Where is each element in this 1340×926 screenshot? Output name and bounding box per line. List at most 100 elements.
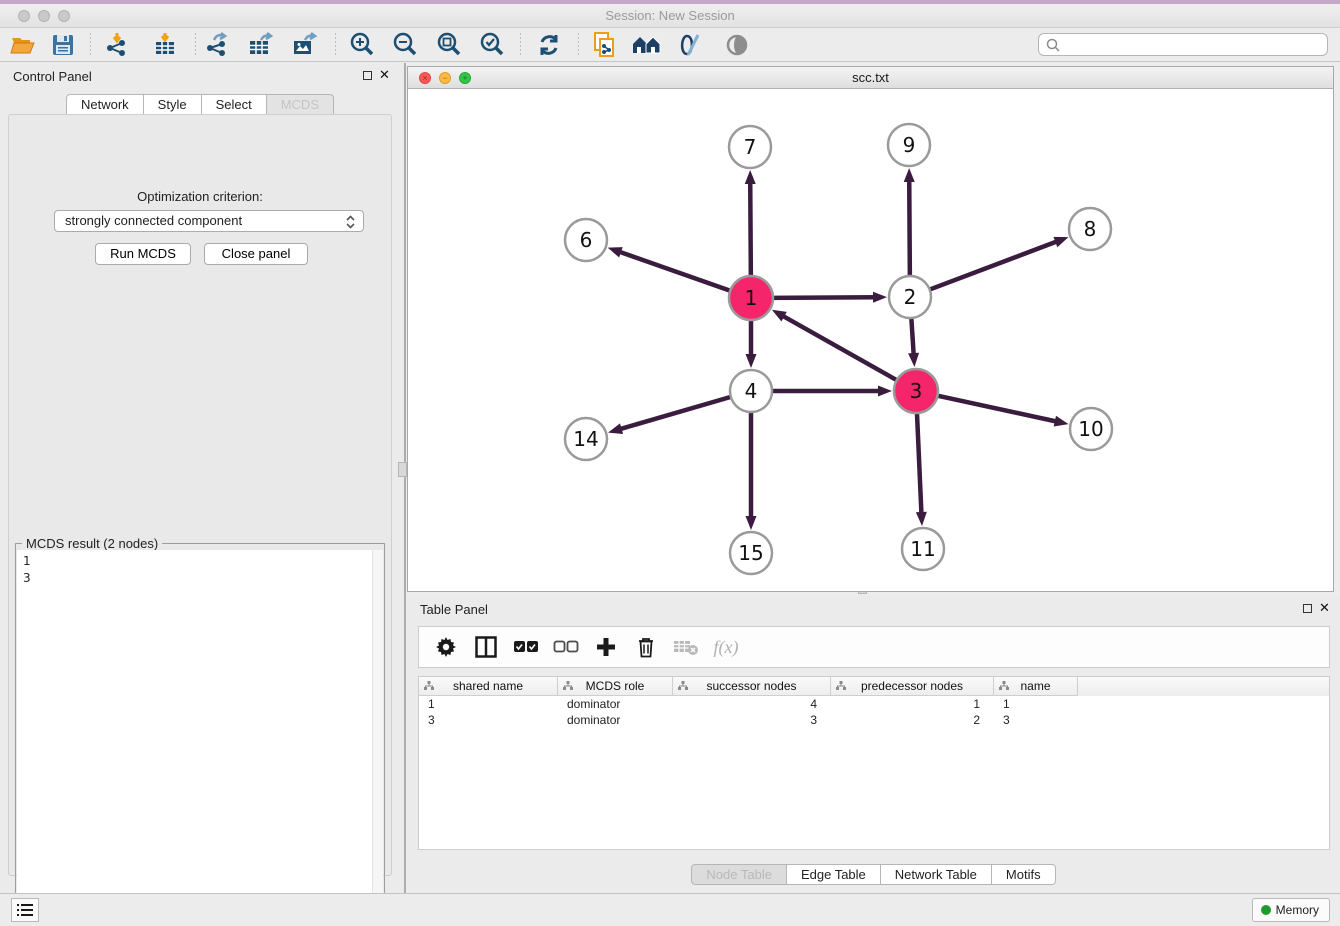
memory-label: Memory (1276, 903, 1319, 917)
network-canvas[interactable]: 7968124314101511 (408, 89, 1333, 591)
add-row-icon[interactable] (593, 634, 619, 660)
criterion-dropdown[interactable]: strongly connected component (54, 210, 364, 232)
table-close-panel-icon[interactable]: ✕ (1319, 600, 1330, 616)
memory-button[interactable]: Memory (1252, 898, 1330, 922)
edge-arrowhead (1054, 416, 1069, 427)
table-panel: Table Panel ✕ f(x) shared nameMCDS roles… (407, 596, 1340, 888)
delete-row-icon[interactable] (633, 634, 659, 660)
apply-function-icon[interactable]: f(x) (713, 634, 739, 660)
import-network-icon[interactable] (100, 31, 134, 59)
edge-arrowhead (746, 354, 757, 368)
network-window-titlebar[interactable]: × − + scc.txt (408, 67, 1333, 89)
zoom-in-icon[interactable] (345, 31, 379, 59)
status-bar: Memory (0, 893, 1340, 926)
network-graph[interactable]: 7968124314101511 (408, 89, 1333, 591)
select-all-columns-icon[interactable] (513, 634, 539, 660)
table-float-panel-icon[interactable] (1303, 604, 1312, 613)
home-icon[interactable] (630, 31, 664, 59)
node-table[interactable]: shared nameMCDS rolesuccessor nodesprede… (418, 676, 1330, 850)
mcds-result-text[interactable]: 1 3 (17, 550, 383, 923)
deselect-all-columns-icon[interactable] (553, 634, 579, 660)
node-label-6: 6 (580, 228, 593, 252)
import-table-icon[interactable] (148, 31, 182, 59)
split-view-icon[interactable] (473, 634, 499, 660)
list-icon (17, 904, 33, 916)
save-session-icon[interactable] (46, 31, 80, 59)
tab-motifs[interactable]: Motifs (992, 864, 1056, 885)
edge-arrowhead (1053, 237, 1068, 247)
optimization-criterion-label: Optimization criterion: (9, 189, 391, 204)
tab-network-table[interactable]: Network Table (881, 864, 992, 885)
close-panel-icon[interactable]: ✕ (379, 67, 390, 83)
column-header-shared-name[interactable]: shared name (419, 677, 558, 696)
close-panel-button[interactable]: Close panel (204, 243, 308, 265)
export-image-icon[interactable] (288, 31, 322, 59)
tab-mcds[interactable]: MCDS (267, 94, 334, 115)
export-table-icon[interactable] (244, 31, 278, 59)
edge-arrowhead (772, 310, 787, 322)
mcds-scrollbar[interactable] (372, 550, 383, 923)
control-panel-tabs: NetworkStyleSelectMCDS (0, 94, 400, 115)
table-toolbar: f(x) (418, 626, 1330, 668)
column-header-predecessor-nodes[interactable]: predecessor nodes (831, 677, 994, 696)
edge-2-9[interactable] (909, 178, 910, 276)
edge-arrowhead (904, 168, 915, 182)
edge-arrowhead (608, 423, 623, 434)
zoom-fit-icon[interactable] (432, 31, 466, 59)
edge-2-8[interactable] (930, 241, 1059, 290)
task-history-button[interactable] (11, 898, 39, 922)
edge-3-1[interactable] (781, 315, 897, 381)
edge-3-11[interactable] (917, 413, 922, 516)
table-cell: dominator (558, 712, 673, 728)
tab-node-table[interactable]: Node Table (691, 864, 787, 885)
dropdown-stepper-icon (345, 212, 357, 232)
tab-style[interactable]: Style (144, 94, 202, 115)
node-label-4: 4 (745, 379, 758, 403)
toggle-bird-view-icon[interactable] (720, 31, 754, 59)
edge-1-7[interactable] (750, 180, 751, 276)
main-toolbar (0, 28, 1340, 62)
search-field[interactable] (1038, 33, 1328, 56)
zoom-selected-icon[interactable] (475, 31, 509, 59)
delete-table-icon[interactable] (673, 634, 699, 660)
edge-1-2[interactable] (773, 297, 877, 298)
node-label-7: 7 (744, 135, 757, 159)
column-header-name[interactable]: name (994, 677, 1078, 696)
tree-icon (836, 681, 846, 691)
zoom-out-icon[interactable] (388, 31, 422, 59)
network-view-window: × − + scc.txt 7968124314101511 (407, 66, 1334, 592)
app-titlebar[interactable]: Session: New Session (0, 4, 1340, 28)
export-network-icon[interactable] (200, 31, 234, 59)
new-network-from-selection-icon[interactable] (588, 31, 622, 59)
edge-4-14[interactable] (618, 397, 731, 430)
table-cell: 4 (673, 696, 831, 712)
memory-status-icon (1261, 905, 1271, 915)
table-cell: 3 (419, 712, 558, 728)
node-label-2: 2 (904, 285, 917, 309)
column-header-successor-nodes[interactable]: successor nodes (673, 677, 831, 696)
table-cell: 3 (673, 712, 831, 728)
criterion-value: strongly connected component (65, 213, 242, 228)
open-session-icon[interactable] (6, 31, 40, 59)
edge-arrowhead (608, 247, 623, 257)
table-settings-icon[interactable] (433, 634, 459, 660)
edge-2-3[interactable] (911, 318, 913, 357)
table-cell: 2 (831, 712, 994, 728)
tab-edge-table[interactable]: Edge Table (787, 864, 881, 885)
mcds-result-group: MCDS result (2 nodes) 1 3 (15, 543, 385, 925)
column-header-MCDS-role[interactable]: MCDS role (558, 677, 673, 696)
vertical-splitter-grip[interactable] (398, 462, 407, 477)
float-panel-icon[interactable] (363, 71, 372, 80)
vertical-splitter[interactable] (404, 63, 406, 893)
tab-select[interactable]: Select (202, 94, 267, 115)
table-row[interactable]: 3dominator323 (419, 712, 1329, 728)
edge-1-6[interactable] (617, 251, 730, 291)
tree-icon (424, 681, 434, 691)
search-input[interactable] (1061, 38, 1311, 52)
hide-graphics-details-icon[interactable] (674, 31, 708, 59)
tab-network[interactable]: Network (66, 94, 144, 115)
run-mcds-button[interactable]: Run MCDS (95, 243, 191, 265)
refresh-icon[interactable] (532, 31, 566, 59)
edge-3-10[interactable] (937, 396, 1058, 422)
table-row[interactable]: 1dominator411 (419, 696, 1329, 712)
